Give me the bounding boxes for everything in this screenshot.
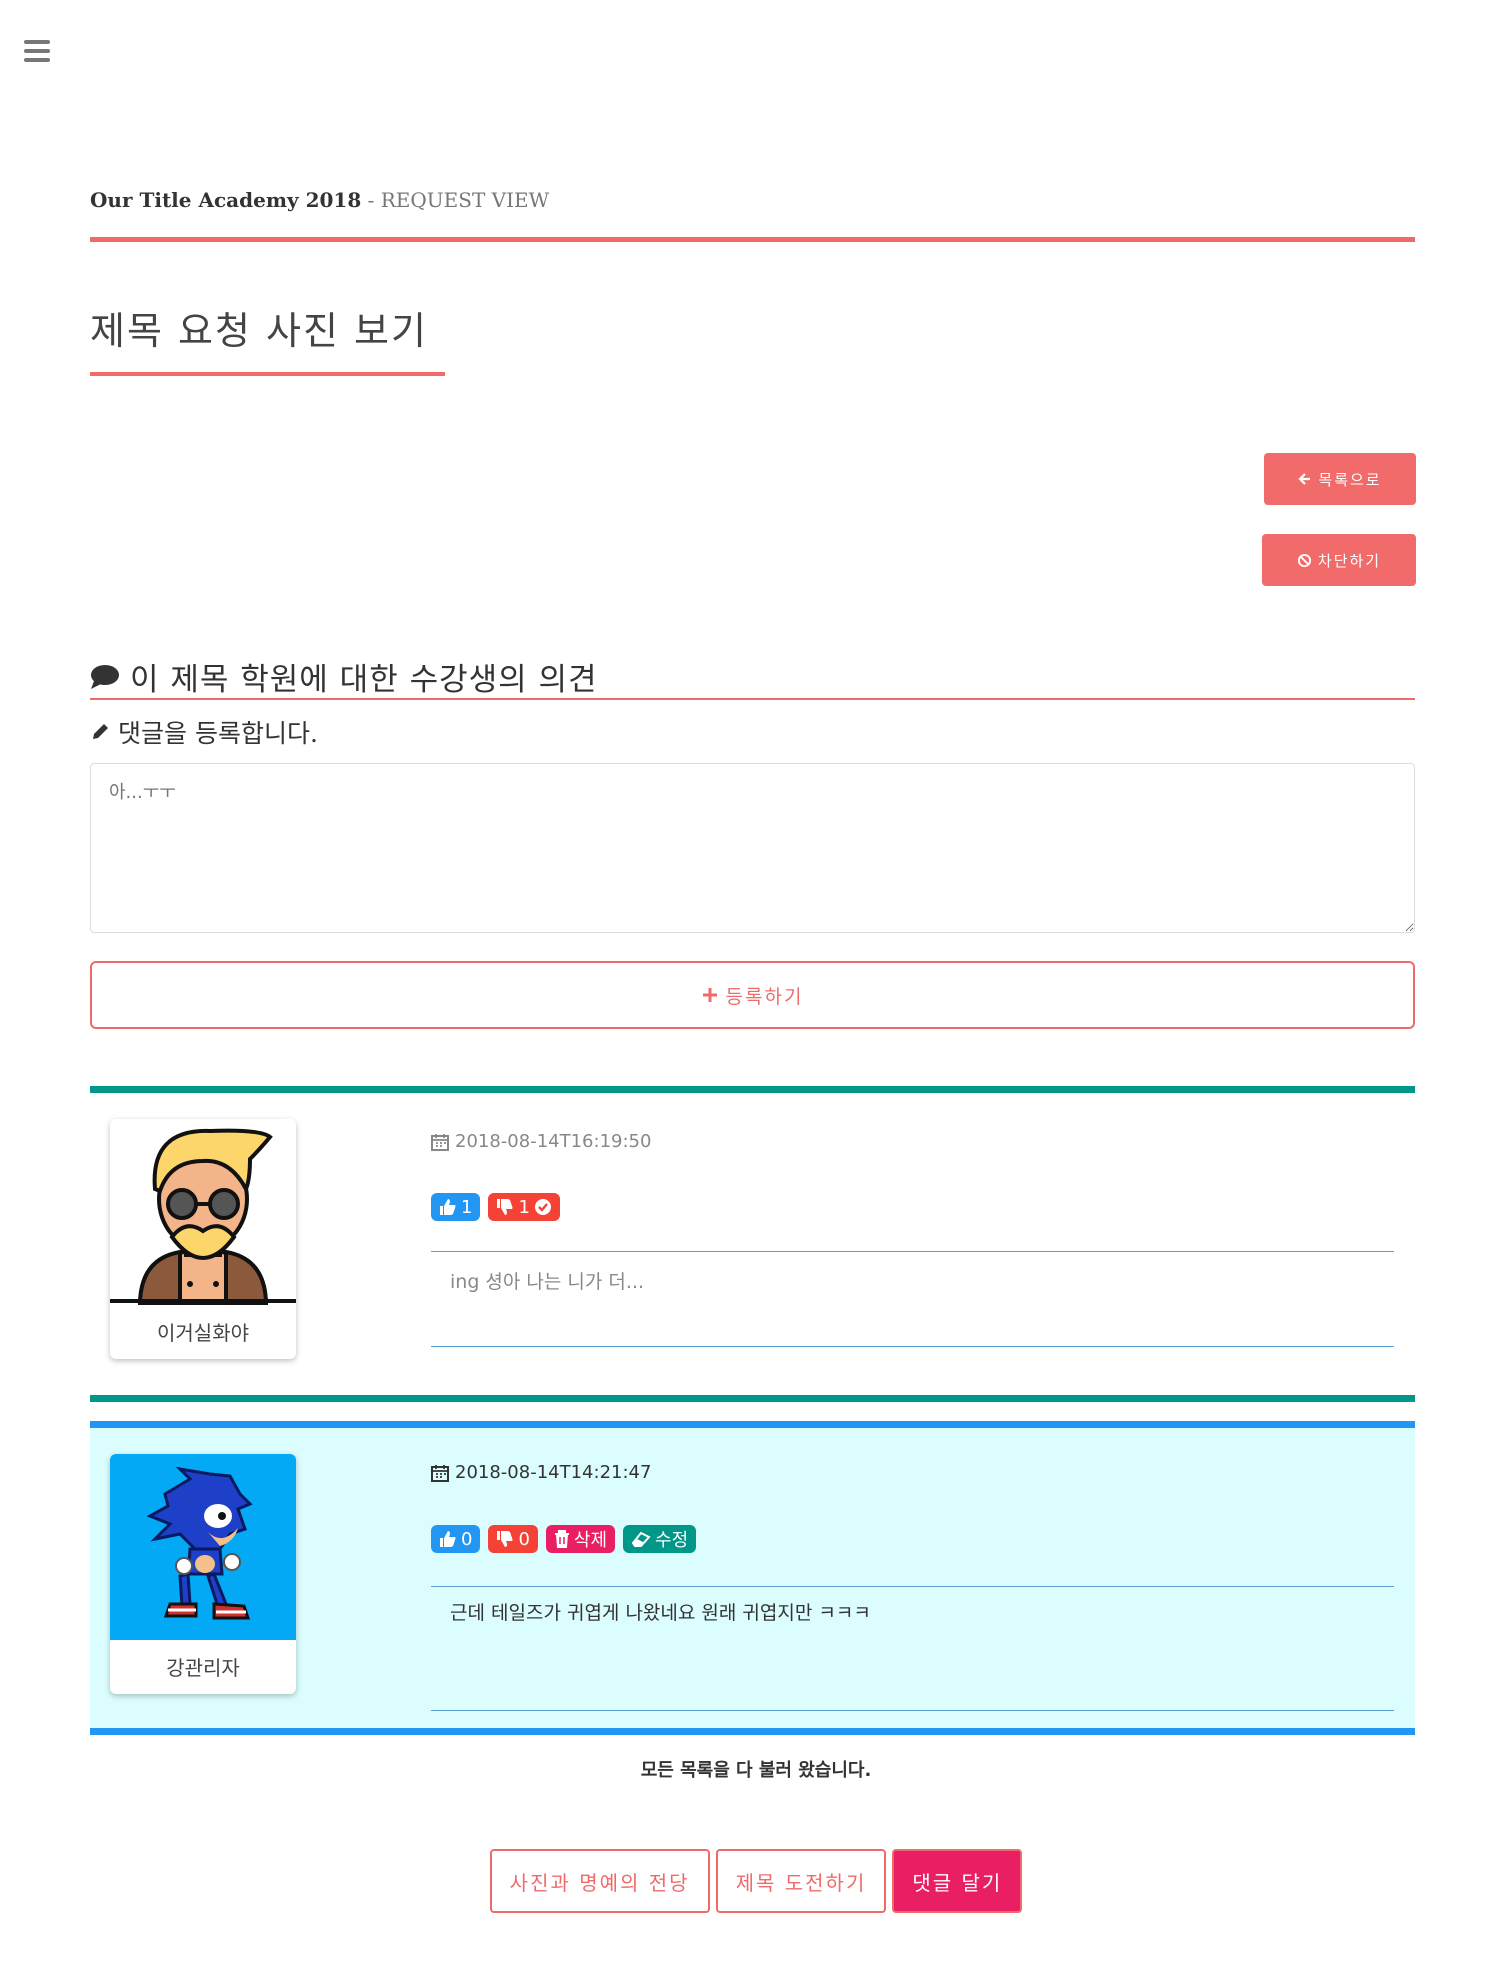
section-divider: [90, 698, 1415, 700]
block-button[interactable]: 차단하기: [1262, 534, 1416, 586]
calendar-icon: [431, 1464, 449, 1482]
header-divider: [90, 237, 1415, 242]
comment-form-subtitle-text: 댓글을 등록합니다.: [118, 719, 318, 748]
thumbs-down-icon: [497, 1199, 513, 1215]
author-name: 강관리자: [166, 1656, 240, 1680]
timestamp-text: 2018-08-14T16:19:50: [455, 1131, 652, 1152]
comment-timestamp: 2018-08-14T16:19:50: [431, 1131, 651, 1152]
delete-label: 삭제: [573, 1530, 608, 1551]
author-avatar: [110, 1454, 296, 1640]
dislike-button[interactable]: 1: [488, 1193, 560, 1221]
like-button[interactable]: 0: [431, 1525, 481, 1553]
comments-section-title-text: 이 제목 학원에 대한 수강생의 의견: [130, 662, 598, 698]
load-complete-notice: 모든 목록을 다 불러 왔습니다.: [640, 1760, 872, 1781]
back-button-label: 목록으로: [1318, 470, 1382, 489]
dislike-count: 1: [518, 1196, 530, 1218]
comment-divider-top: [431, 1586, 1394, 1587]
author-avatar: [110, 1119, 296, 1305]
comment-divider-bottom: [431, 1346, 1394, 1347]
edit-label: 수정: [655, 1530, 689, 1551]
thumbs-up-icon: [440, 1199, 456, 1215]
delete-comment-button[interactable]: 삭제: [545, 1525, 616, 1553]
comments-section-title: 이 제목 학원에 대한 수강생의 의견: [90, 654, 598, 699]
comment-reactions: 1 1: [431, 1193, 560, 1221]
eraser-icon: [631, 1531, 651, 1547]
brand-name: Our Title Academy 2018: [90, 188, 362, 212]
comment-text: ing 셩아 나는 니가 더...: [450, 1271, 645, 1293]
submit-comment-button[interactable]: 등록하기: [90, 961, 1415, 1029]
trash-icon: [554, 1530, 569, 1548]
hall-of-fame-button[interactable]: 사진과 명예의 전당: [489, 1849, 710, 1913]
author-card: 강관리자: [110, 1454, 296, 1694]
comment-text: 근데 테일즈가 귀엽게 나왔네요 원래 귀엽지만 ㅋㅋㅋ: [450, 1602, 871, 1624]
edit-comment-button[interactable]: 수정: [623, 1525, 697, 1553]
like-button[interactable]: 1: [431, 1193, 481, 1221]
comment-reactions: 0 0 삭제 수정: [431, 1525, 697, 1553]
block-button-label: 차단하기: [1317, 551, 1382, 570]
menu-toggle-icon[interactable]: [24, 40, 50, 64]
like-count: 0: [461, 1528, 473, 1550]
comment-item: 이거실화야 2018-08-14T16:19:50 1 1 ing 셩아 나는 …: [90, 1086, 1415, 1402]
timestamp-text: 2018-08-14T14:21:47: [455, 1462, 652, 1483]
write-comment-button[interactable]: 댓글 달기: [892, 1849, 1023, 1913]
thumbs-up-icon: [440, 1531, 456, 1547]
thumbs-down-icon: [497, 1531, 513, 1547]
comment-timestamp: 2018-08-14T14:21:47: [431, 1462, 651, 1483]
like-count: 1: [461, 1196, 473, 1218]
check-circle-icon: [534, 1199, 551, 1215]
submit-comment-label: 등록하기: [725, 986, 804, 1008]
author-name: 이거실화야: [157, 1321, 249, 1345]
title-underline: [90, 372, 445, 376]
author-card: 이거실화야: [110, 1119, 296, 1359]
bottom-navigation: 사진과 명예의 전당 제목 도전하기 댓글 달기: [0, 1849, 1512, 1913]
ban-icon: [1297, 553, 1311, 567]
breadcrumb-separator: -: [361, 188, 381, 212]
arrow-left-icon: [1298, 473, 1311, 485]
comment-divider-top: [431, 1251, 1394, 1252]
pencil-icon: [93, 724, 108, 739]
calendar-icon: [431, 1133, 449, 1151]
comment-icon: [91, 664, 119, 689]
breadcrumb-section: REQUEST VIEW: [380, 188, 550, 212]
dislike-count: 0: [518, 1528, 530, 1550]
comment-input[interactable]: [90, 763, 1415, 933]
plus-icon: [702, 988, 717, 1002]
breadcrumb: Our Title Academy 2018 - REQUEST VIEW: [90, 188, 549, 212]
dislike-button[interactable]: 0: [488, 1525, 538, 1553]
comment-divider-bottom: [431, 1710, 1394, 1711]
back-to-list-button[interactable]: 목록으로: [1264, 453, 1416, 505]
title-challenge-button[interactable]: 제목 도전하기: [715, 1849, 887, 1913]
page-title: 제목 요청 사진 보기: [90, 309, 428, 353]
comment-item: 강관리자 2018-08-14T14:21:47 0 0 삭제 수정 근데 테일…: [90, 1421, 1415, 1735]
comment-form-subtitle: 댓글을 등록합니다.: [90, 714, 318, 750]
